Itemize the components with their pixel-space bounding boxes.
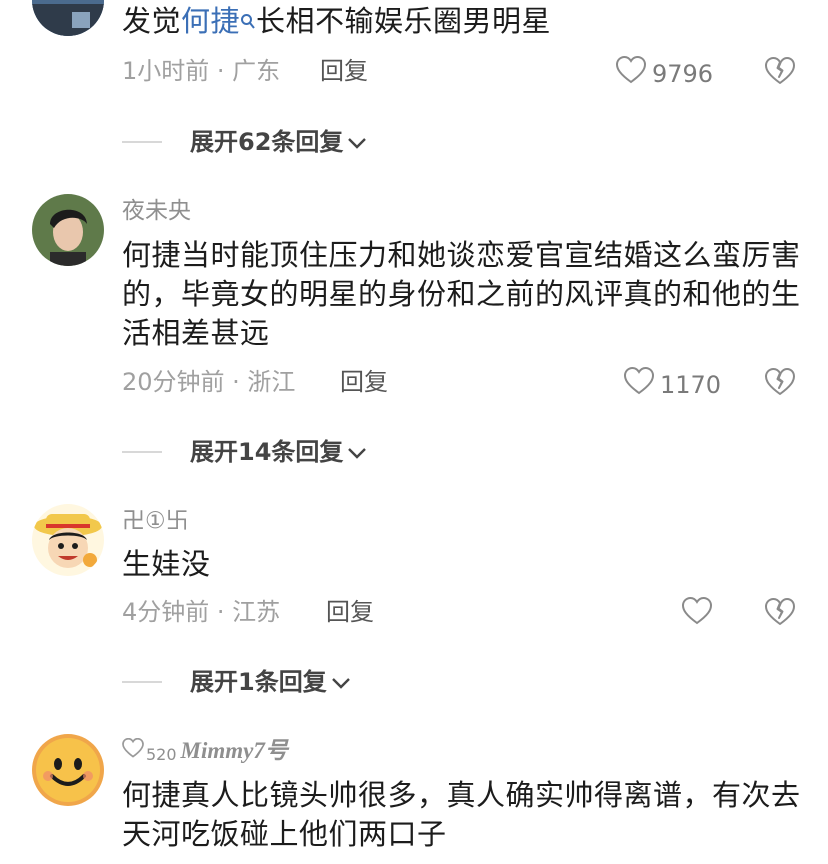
dislike-button[interactable] [764, 56, 796, 88]
like-count: 9796 [652, 60, 714, 88]
chevron-down-icon [331, 666, 351, 698]
expand-label: 展开14条回复 [190, 438, 344, 466]
comment-text: 何捷当时能顶住压力和她谈恋爱官宣结婚这么蛮厉害的，毕竟女的明星的身份和之前的风评… [122, 238, 801, 350]
expand-replies-button[interactable]: 展开62条回复 [122, 126, 367, 158]
username-prefix: 520 [146, 745, 177, 764]
reply-button[interactable]: 回复 [320, 55, 368, 87]
avatar[interactable] [32, 194, 104, 266]
reply-button[interactable]: 回复 [340, 366, 388, 398]
time-location: 1小时前 · 广东 [122, 57, 281, 85]
comment-text: 发觉何捷 长相不输娱乐圈男明星 [122, 2, 802, 41]
search-icon[interactable] [240, 2, 256, 41]
username-main: Mimmy7号 [180, 738, 288, 763]
like-button[interactable]: 9796 [615, 55, 714, 92]
chevron-down-icon [347, 436, 367, 468]
broken-heart-icon [764, 57, 796, 90]
time-location: 4分钟前 · 江苏 [122, 598, 281, 626]
expand-label: 展开62条回复 [190, 128, 344, 156]
time-location: 20分钟前 · 浙江 [122, 368, 296, 396]
avatar[interactable] [32, 734, 104, 806]
username[interactable]: 520 Mimmy7号 [122, 736, 288, 766]
heart-outline-icon [681, 596, 713, 633]
like-count: 1170 [660, 371, 722, 399]
comment-text: 生娃没 [122, 547, 211, 581]
heart-outline-icon [623, 366, 655, 403]
heart-outline-icon [122, 736, 144, 766]
divider [122, 451, 162, 453]
avatar[interactable] [32, 504, 104, 576]
heart-outline-icon [615, 55, 647, 92]
dislike-button[interactable] [764, 367, 796, 399]
reply-button[interactable]: 回复 [326, 596, 374, 628]
divider [122, 141, 162, 143]
expand-replies-button[interactable]: 展开14条回复 [122, 436, 367, 468]
divider [122, 681, 162, 683]
avatar[interactable] [32, 0, 104, 36]
broken-heart-icon [764, 368, 796, 401]
chevron-down-icon [347, 126, 367, 158]
username[interactable]: 卍①卐 [122, 506, 189, 536]
username[interactable]: 夜未央 [122, 196, 191, 226]
dislike-button[interactable] [764, 597, 796, 629]
expand-replies-button[interactable]: 展开1条回复 [122, 666, 351, 698]
broken-heart-icon [764, 598, 796, 631]
expand-label: 展开1条回复 [190, 668, 327, 696]
like-button[interactable]: 1170 [623, 366, 722, 403]
topic-link[interactable]: 何捷 [181, 4, 240, 38]
comment-text: 何捷真人比镜头帅很多，真人确实帅得离谱，有次去天河吃饭碰上他们两口子 [122, 778, 801, 851]
like-button[interactable] [681, 596, 718, 633]
